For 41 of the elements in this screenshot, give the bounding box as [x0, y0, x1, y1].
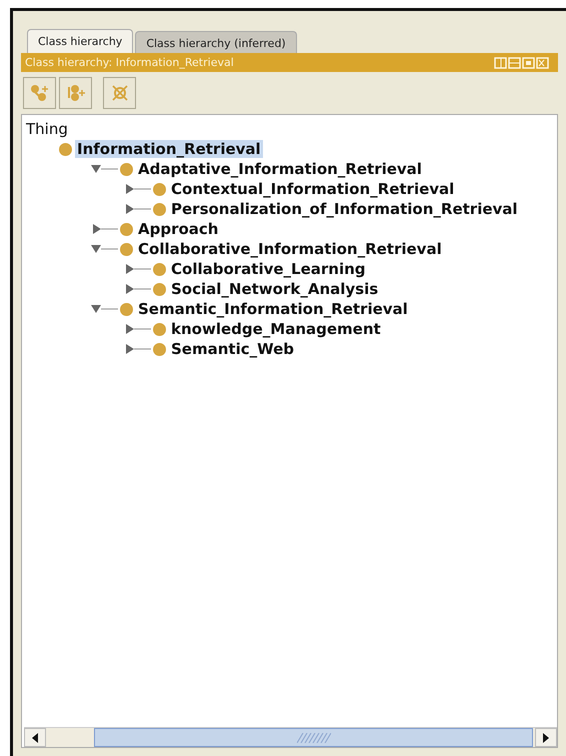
- class-dot-icon: [119, 162, 134, 176]
- add-sibling-icon: [66, 84, 86, 102]
- class-dot-icon: [152, 282, 167, 296]
- class-dot-icon: [152, 262, 167, 276]
- tab[interactable]: Class hierarchy (inferred): [135, 31, 297, 53]
- grip-icon: [296, 732, 330, 742]
- class-label[interactable]: Semantic_Web: [169, 340, 296, 358]
- delete-class-icon: [110, 84, 130, 102]
- class-label[interactable]: Information_Retrieval: [75, 140, 263, 158]
- root-class-label[interactable]: Thing: [24, 120, 70, 138]
- class-dot-icon: [119, 242, 134, 256]
- class-label[interactable]: knowledge_Management: [169, 320, 383, 338]
- class-label[interactable]: Collaborative_Learning: [169, 260, 368, 278]
- class-label[interactable]: Semantic_Information_Retrieval: [136, 300, 410, 318]
- collapsed-arrow-icon[interactable]: [90, 222, 118, 236]
- collapsed-arrow-icon[interactable]: [123, 182, 151, 196]
- scroll-thumb[interactable]: [94, 728, 533, 747]
- view-title: Class hierarchy: Information_Retrieval: [25, 56, 234, 69]
- class-label[interactable]: Collaborative_Information_Retrieval: [136, 240, 444, 258]
- class-label[interactable]: Contextual_Information_Retrieval: [169, 180, 456, 198]
- class-dot-icon: [152, 322, 167, 336]
- collapsed-arrow-icon[interactable]: [123, 282, 151, 296]
- collapsed-arrow-icon[interactable]: [123, 202, 151, 216]
- scroll-left-icon[interactable]: [31, 732, 39, 742]
- add-subclass-icon: [30, 84, 50, 102]
- class-dot-icon: [58, 142, 73, 156]
- class-dot-icon: [152, 202, 167, 216]
- horizontal-scrollbar[interactable]: [24, 727, 557, 747]
- collapsed-arrow-icon[interactable]: [123, 322, 151, 336]
- class-dot-icon: [152, 182, 167, 196]
- class-label[interactable]: Personalization_of_Information_Retrieval: [169, 200, 520, 218]
- class-label[interactable]: Adaptative_Information_Retrieval: [136, 160, 424, 178]
- collapsed-arrow-icon[interactable]: [123, 262, 151, 276]
- class-label[interactable]: Approach: [136, 220, 220, 238]
- collapsed-arrow-icon[interactable]: [123, 342, 151, 356]
- scroll-right-icon[interactable]: [542, 732, 550, 742]
- class-dot-icon: [119, 302, 134, 316]
- class-label[interactable]: Social_Network_Analysis: [169, 280, 380, 298]
- tab[interactable]: Class hierarchy: [27, 29, 134, 53]
- class-dot-icon: [152, 342, 167, 356]
- class-dot-icon: [119, 222, 134, 236]
